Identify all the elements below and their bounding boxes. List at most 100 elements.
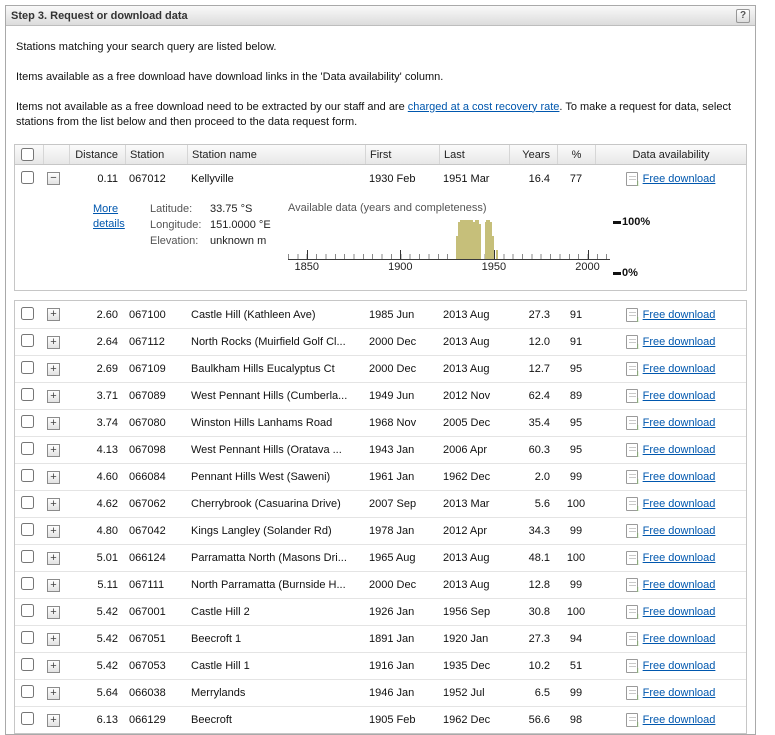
expand-toggle-icon[interactable]: + bbox=[47, 417, 60, 430]
expand-toggle-icon[interactable]: + bbox=[47, 525, 60, 538]
y-max-tick bbox=[613, 221, 621, 224]
select-all-checkbox[interactable] bbox=[21, 148, 34, 161]
free-download-link[interactable]: Free download bbox=[643, 660, 716, 672]
expand-toggle-icon[interactable]: + bbox=[47, 390, 60, 403]
free-download-link[interactable]: Free download bbox=[643, 336, 716, 348]
station-checkbox[interactable] bbox=[21, 496, 34, 509]
free-download-link[interactable]: Free download bbox=[643, 471, 716, 483]
last-cell: 2012 Apr bbox=[439, 525, 509, 537]
years-cell: 34.3 bbox=[509, 525, 557, 537]
expand-toggle-icon[interactable]: + bbox=[47, 552, 60, 565]
download-icon bbox=[626, 172, 638, 186]
table-row: + 4.60 066084 Pennant Hills West (Saweni… bbox=[15, 463, 746, 490]
expand-toggle-icon[interactable]: + bbox=[47, 579, 60, 592]
free-download-link[interactable]: Free download bbox=[643, 606, 716, 618]
latitude-value: 33.75 °S bbox=[210, 203, 252, 215]
station-checkbox[interactable] bbox=[21, 361, 34, 374]
free-download-link[interactable]: Free download bbox=[643, 633, 716, 645]
station-id-cell: 067112 bbox=[125, 336, 187, 348]
free-download-link[interactable]: Free download bbox=[643, 417, 716, 429]
help-icon[interactable]: ? bbox=[736, 9, 750, 23]
download-icon bbox=[626, 713, 638, 727]
station-checkbox[interactable] bbox=[21, 550, 34, 563]
col-header-last[interactable]: Last bbox=[439, 145, 509, 164]
station-checkbox[interactable] bbox=[21, 658, 34, 671]
distance-cell: 5.11 bbox=[69, 579, 125, 591]
free-download-link[interactable]: Free download bbox=[643, 525, 716, 537]
first-cell: 1943 Jan bbox=[365, 444, 439, 456]
free-download-link[interactable]: Free download bbox=[643, 390, 716, 402]
free-download-link[interactable]: Free download bbox=[643, 579, 716, 591]
station-id-cell: 067053 bbox=[125, 660, 187, 672]
expand-toggle-icon[interactable]: + bbox=[47, 444, 60, 457]
expand-toggle-icon[interactable]: + bbox=[47, 606, 60, 619]
expand-toggle-icon[interactable]: + bbox=[47, 308, 60, 321]
expand-toggle-icon[interactable]: + bbox=[47, 660, 60, 673]
col-header-station-name[interactable]: Station name bbox=[187, 145, 365, 164]
col-header-percent[interactable]: % bbox=[557, 145, 595, 164]
distance-cell: 5.42 bbox=[69, 660, 125, 672]
latitude-label: Latitude: bbox=[150, 203, 210, 215]
station-checkbox[interactable] bbox=[21, 334, 34, 347]
col-header-first[interactable]: First bbox=[365, 145, 439, 164]
station-name-cell: Pennant Hills West (Saweni) bbox=[187, 471, 365, 483]
station-checkbox[interactable] bbox=[21, 712, 34, 725]
expand-toggle-icon[interactable]: + bbox=[47, 714, 60, 727]
longitude-label: Longitude: bbox=[150, 219, 210, 231]
first-cell: 2000 Dec bbox=[365, 363, 439, 375]
station-checkbox[interactable] bbox=[21, 415, 34, 428]
free-download-link[interactable]: Free download bbox=[643, 714, 716, 726]
free-download-link[interactable]: Free download bbox=[643, 687, 716, 699]
distance-cell: 2.69 bbox=[69, 363, 125, 375]
intro-line-1: Stations matching your search query are … bbox=[16, 40, 747, 55]
station-checkbox[interactable] bbox=[21, 577, 34, 590]
expand-toggle-icon[interactable]: + bbox=[47, 498, 60, 511]
col-header-years[interactable]: Years bbox=[509, 145, 557, 164]
distance-cell: 4.13 bbox=[69, 444, 125, 456]
station-checkbox[interactable] bbox=[21, 631, 34, 644]
expand-column-header bbox=[43, 145, 69, 164]
free-download-link[interactable]: Free download bbox=[643, 444, 716, 456]
station-checkbox[interactable] bbox=[21, 523, 34, 536]
table-row: + 5.64 066038 Merrylands 1946 Jan 1952 J… bbox=[15, 679, 746, 706]
distance-cell: 4.80 bbox=[69, 525, 125, 537]
station-checkbox[interactable] bbox=[21, 388, 34, 401]
free-download-link[interactable]: Free download bbox=[643, 309, 716, 321]
station-checkbox[interactable] bbox=[21, 171, 34, 184]
percent-cell: 100 bbox=[557, 498, 595, 510]
percent-cell: 89 bbox=[557, 390, 595, 402]
col-header-availability[interactable]: Data availability bbox=[595, 145, 746, 164]
more-details-link[interactable]: More details bbox=[93, 203, 125, 230]
col-header-station[interactable]: Station bbox=[125, 145, 187, 164]
intro-line-3-pre: Items not available as a free download n… bbox=[16, 101, 408, 113]
free-download-link[interactable]: Free download bbox=[643, 498, 716, 510]
x-axis-tick-label: 1850 bbox=[294, 261, 318, 273]
distance-cell: 3.71 bbox=[69, 390, 125, 402]
expand-toggle-icon[interactable]: + bbox=[47, 336, 60, 349]
distance-cell: 4.62 bbox=[69, 498, 125, 510]
col-header-distance[interactable]: Distance bbox=[69, 145, 125, 164]
free-download-link[interactable]: Free download bbox=[643, 552, 716, 564]
table-row: + 2.69 067109 Baulkham Hills Eucalyptus … bbox=[15, 355, 746, 382]
collapse-toggle-icon[interactable]: − bbox=[47, 172, 60, 185]
expand-toggle-icon[interactable]: + bbox=[47, 633, 60, 646]
years-cell: 16.4 bbox=[509, 173, 557, 185]
free-download-link[interactable]: Free download bbox=[643, 363, 716, 375]
station-checkbox[interactable] bbox=[21, 685, 34, 698]
expand-toggle-icon[interactable]: + bbox=[47, 363, 60, 376]
expand-toggle-icon[interactable]: + bbox=[47, 687, 60, 700]
station-checkbox[interactable] bbox=[21, 604, 34, 617]
first-cell: 1930 Feb bbox=[365, 173, 439, 185]
station-checkbox[interactable] bbox=[21, 442, 34, 455]
free-download-link[interactable]: Free download bbox=[643, 173, 716, 185]
intro-line-2: Items available as a free download have … bbox=[16, 70, 747, 85]
distance-cell: 4.60 bbox=[69, 471, 125, 483]
download-icon bbox=[626, 470, 638, 484]
station-checkbox[interactable] bbox=[21, 469, 34, 482]
cost-recovery-link[interactable]: charged at a cost recovery rate bbox=[408, 101, 560, 113]
expand-toggle-icon[interactable]: + bbox=[47, 471, 60, 484]
chart-title: Available data (years and completeness) bbox=[288, 202, 655, 214]
last-cell: 2013 Aug bbox=[439, 552, 509, 564]
percent-cell: 99 bbox=[557, 687, 595, 699]
station-checkbox[interactable] bbox=[21, 307, 34, 320]
